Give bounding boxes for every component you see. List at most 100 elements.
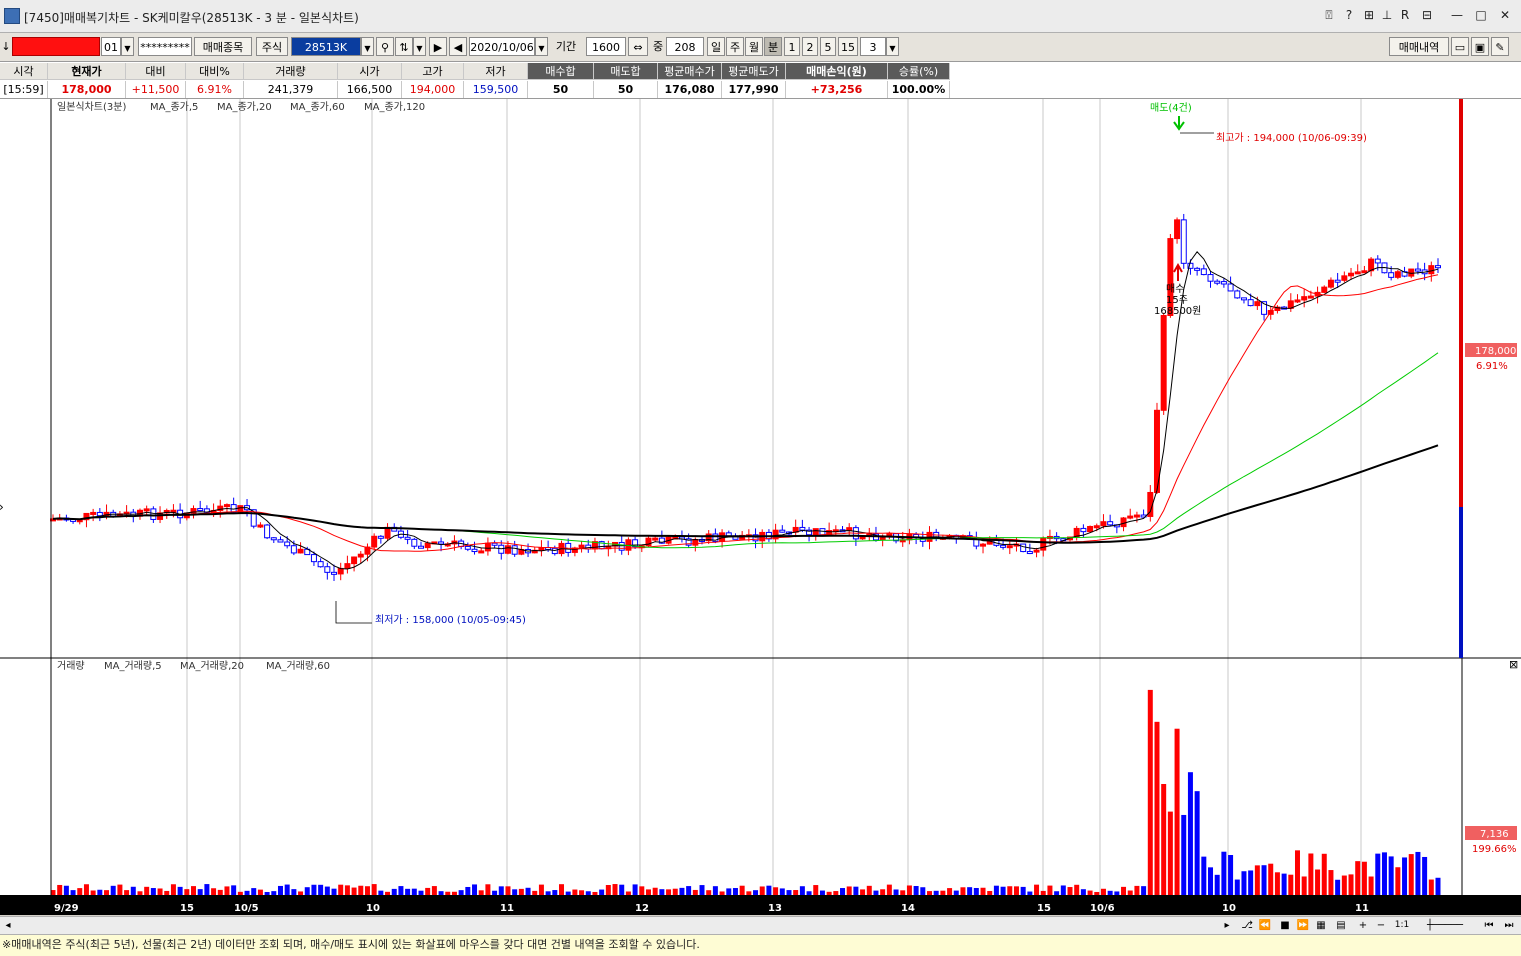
volume-bar: [170, 884, 176, 895]
candlestick-chart[interactable]: 일본식차트(3분) MA_종가,5 MA_종가,20 MA_종가,60 MA_종…: [0, 99, 1521, 915]
volume-bar: [779, 888, 785, 895]
maximize-button[interactable]: □: [1470, 6, 1492, 24]
candle-body: [471, 548, 478, 553]
scroll-end-icon[interactable]: ⏭: [1502, 918, 1516, 933]
value-high: 194,000: [402, 81, 464, 98]
play-back-icon[interactable]: ◀: [449, 37, 467, 56]
trade-history-button[interactable]: 매매내역: [1389, 37, 1449, 56]
volume-bar: [1094, 891, 1100, 895]
code-dropdown-icon[interactable]: ▼: [361, 37, 374, 56]
candle-body: [1348, 272, 1355, 277]
trade-item-button[interactable]: 매매종목: [194, 37, 252, 56]
volume-close-icon[interactable]: ⊠: [1509, 658, 1518, 671]
volume-bar: [1321, 853, 1327, 895]
header-profit: 매매손익(원): [786, 63, 888, 80]
folder-icon[interactable]: ▭: [1451, 37, 1469, 56]
search-icon[interactable]: ⚲: [376, 37, 394, 56]
stock-code-input[interactable]: 28513K: [291, 37, 361, 56]
side-toggle-icon[interactable]: ›: [0, 500, 4, 514]
grid-icon[interactable]: ▦: [1314, 918, 1328, 933]
account-number-field[interactable]: [12, 37, 100, 56]
account-suffix-field[interactable]: 01: [101, 37, 121, 56]
volume-bar: [1335, 879, 1341, 895]
sell-arrow-icon[interactable]: [1173, 116, 1185, 131]
legend-vol-ma5: MA_거래량,5: [104, 660, 162, 672]
close-button[interactable]: ✕: [1494, 6, 1516, 24]
chart-scrollbar[interactable]: ◂ ▸ ⎇ ⏪ ■ ⏩ ▦ ▤ + − 1:1 ┼───── ⏮ ⏭: [0, 916, 1521, 935]
buy-marker-price: 168500원: [1154, 305, 1201, 317]
volume-bar: [498, 886, 504, 895]
screen-icon[interactable]: ▤: [1334, 918, 1348, 933]
volume-bar: [1268, 863, 1274, 895]
price-pct: 6.91%: [1476, 361, 1508, 372]
restore-icon[interactable]: ⊟: [1416, 6, 1438, 24]
play-forward-icon[interactable]: ▶: [429, 37, 447, 56]
volume-bar: [813, 885, 819, 895]
volume-bar: [1375, 853, 1381, 895]
tab-month[interactable]: 월: [745, 37, 763, 56]
password-field[interactable]: *********: [138, 37, 192, 56]
tab-minute[interactable]: 분: [764, 37, 782, 56]
candle-body: [284, 541, 291, 547]
scroll-right-icon[interactable]: ▸: [1220, 918, 1234, 933]
ratio-label[interactable]: 1:1: [1392, 918, 1412, 933]
buy-marker-label: 매수: [1166, 283, 1184, 295]
interval-1-button[interactable]: 1: [784, 37, 800, 56]
arrow-down-icon[interactable]: ↓: [0, 37, 12, 56]
sort-dropdown-icon[interactable]: ▼: [413, 37, 426, 56]
volume-bar: [773, 887, 779, 895]
zoom-slider[interactable]: ┼─────: [1416, 918, 1474, 933]
stop-icon[interactable]: ■: [1278, 918, 1292, 933]
candle-body: [377, 535, 384, 539]
volume-bar: [204, 884, 210, 895]
buy-arrow-icon[interactable]: [1173, 262, 1183, 281]
interval-15-button[interactable]: 15: [838, 37, 858, 56]
period-label: 기간: [555, 40, 577, 53]
market-selector[interactable]: 주식: [256, 37, 288, 56]
save-icon[interactable]: ▣: [1471, 37, 1489, 56]
ma60-line: [52, 352, 1439, 549]
help-icon[interactable]: ?: [1338, 6, 1360, 24]
summary-table: 시각 현재가 대비 대비% 거래량 시가 고가 저가 매수합 매도합 평균매수가…: [0, 62, 1521, 99]
volume-bar: [104, 890, 110, 895]
candle-body: [1361, 270, 1368, 274]
account-dropdown-icon[interactable]: ▼: [121, 37, 134, 56]
volume-bar: [980, 887, 986, 895]
expand-icon[interactable]: ⇔: [628, 37, 648, 56]
interval-2-button[interactable]: 2: [802, 37, 818, 56]
volume-bar: [1388, 856, 1394, 895]
tab-day[interactable]: 일: [707, 37, 725, 56]
r-icon[interactable]: R: [1394, 6, 1416, 24]
volume-bar: [371, 884, 377, 895]
zoom-out-icon[interactable]: −: [1374, 918, 1388, 933]
date-dropdown-icon[interactable]: ▼: [535, 37, 548, 56]
zoom-icon[interactable]: ⎇: [1240, 918, 1254, 933]
mid-input[interactable]: 208: [666, 37, 704, 56]
rewind-icon[interactable]: ⏪: [1258, 918, 1272, 933]
minimize-button[interactable]: —: [1446, 6, 1468, 24]
value-sell-total: 50: [594, 81, 658, 98]
zoom-in-icon[interactable]: +: [1356, 918, 1370, 933]
volume-bar: [485, 884, 491, 895]
sort-icon[interactable]: ⇅: [395, 37, 413, 56]
interval-5-button[interactable]: 5: [820, 37, 836, 56]
volume-bar: [552, 890, 558, 895]
volume-bar: [973, 887, 979, 895]
period-input[interactable]: 1600: [586, 37, 626, 56]
forward-icon[interactable]: ⏩: [1296, 918, 1310, 933]
volume-bar: [438, 891, 444, 895]
candle-body: [1006, 545, 1013, 549]
interval-dropdown-icon[interactable]: ▼: [886, 37, 899, 56]
candle-body: [264, 524, 271, 539]
scroll-left-icon[interactable]: ◂: [1, 918, 15, 933]
wrench-icon[interactable]: ✎: [1491, 37, 1509, 56]
tab-week[interactable]: 주: [726, 37, 744, 56]
candle-body: [351, 556, 358, 565]
volume-bar: [1067, 887, 1073, 895]
price-legend-title: 일본식차트(3분): [57, 101, 126, 113]
interval-input[interactable]: 3: [860, 37, 886, 56]
date-input[interactable]: 2020/10/06: [469, 37, 535, 56]
header-change: 대비: [126, 63, 186, 80]
scroll-start-icon[interactable]: ⏮: [1482, 918, 1496, 933]
pin-icon[interactable]: ⍔: [1318, 6, 1340, 24]
